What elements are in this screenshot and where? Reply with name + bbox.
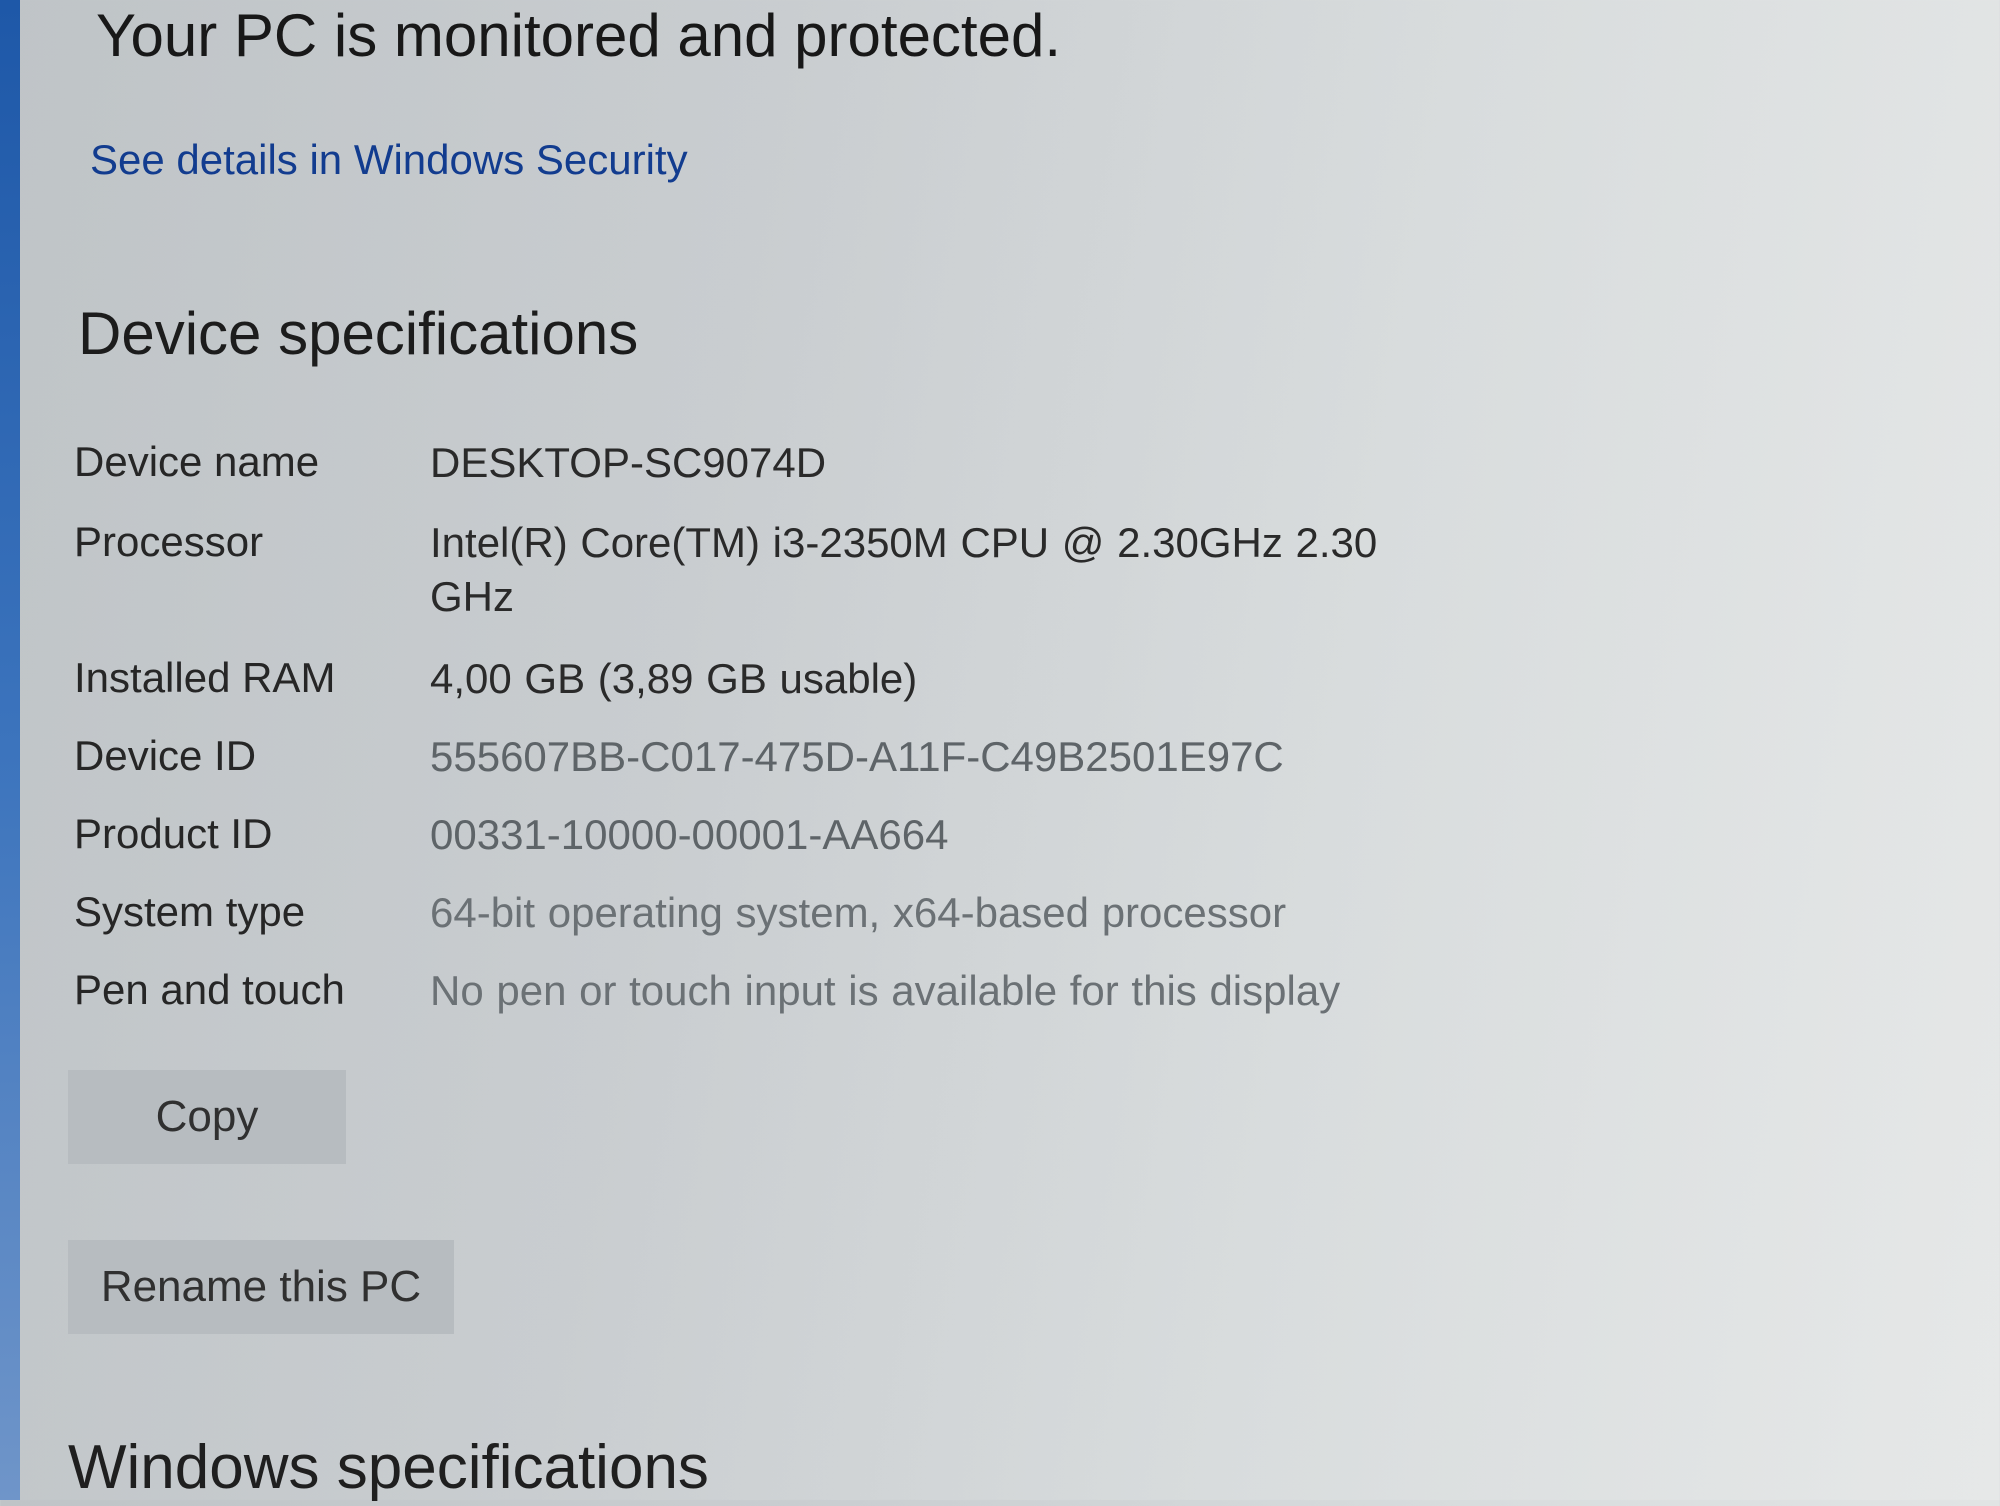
- spec-value-pen-and-touch: No pen or touch input is available for t…: [430, 967, 1341, 1014]
- spec-value-device-id: 555607BB-C017-475D-A11F-C49B2501E97C: [430, 733, 1284, 780]
- spec-value-product-id: 00331-10000-00001-AA664: [430, 811, 949, 858]
- windows-specifications-heading: Windows specifications: [68, 1433, 709, 1502]
- copy-button[interactable]: Copy: [68, 1070, 346, 1164]
- spec-label-system-type: System type: [74, 888, 306, 935]
- spec-value-installed-ram: 4,00 GB (3,89 GB usable): [430, 655, 918, 702]
- spec-value-system-type: 64-bit operating system, x64-based proce…: [430, 889, 1287, 936]
- spec-label-device-id: Device ID: [74, 732, 257, 779]
- about-page: Your PC is monitored and protected. See …: [0, 0, 2000, 1502]
- spec-label-installed-ram: Installed RAM: [74, 654, 336, 701]
- see-details-link[interactable]: See details in Windows Security: [90, 134, 688, 186]
- spec-label-pen-and-touch: Pen and touch: [74, 966, 345, 1013]
- security-status: Your PC is monitored and protected.: [96, 2, 1062, 69]
- spec-value-processor: Intel(R) Core(TM) i3-2350M CPU @ 2.30GHz…: [430, 519, 1378, 620]
- spec-label-processor: Processor: [74, 518, 264, 565]
- spec-label-product-id: Product ID: [74, 810, 273, 857]
- rename-pc-button[interactable]: Rename this PC: [68, 1240, 454, 1334]
- spec-value-device-name: DESKTOP-SC9074D: [430, 439, 827, 486]
- device-specifications-heading: Device specifications: [78, 300, 639, 367]
- spec-label-device-name: Device name: [74, 438, 320, 485]
